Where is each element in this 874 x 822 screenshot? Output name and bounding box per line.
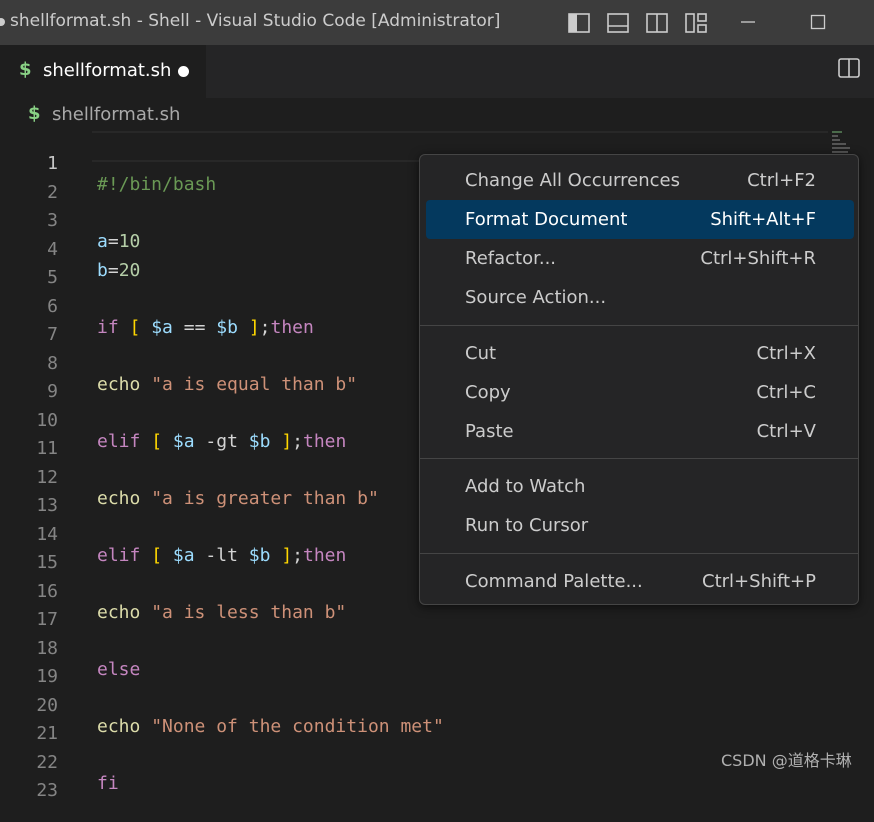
menu-item-cut[interactable]: Cut Ctrl+X [426, 334, 854, 373]
unsaved-dot-icon [0, 18, 5, 26]
menu-item-command-palette[interactable]: Command Palette... Ctrl+Shift+P [426, 562, 854, 601]
code-line: 19 [0, 645, 874, 687]
toggle-panel-icon[interactable] [605, 11, 631, 35]
menu-item-label: Cut [465, 343, 497, 364]
menu-item-shortcut: Ctrl+F2 [747, 170, 816, 191]
layout-controls [566, 11, 722, 35]
title-bar: shellformat.sh - Shell - Visual Studio C… [0, 0, 874, 45]
breadcrumb-file[interactable]: shellformat.sh [52, 104, 180, 125]
menu-item-shortcut: Shift+Alt+F [710, 209, 816, 230]
menu-separator [420, 325, 858, 326]
menu-item-change-all-occurrences[interactable]: Change All Occurrences Ctrl+F2 [426, 161, 854, 200]
watermark: CSDN @道格卡琳 [721, 751, 852, 770]
context-menu: Change All Occurrences Ctrl+F2 Format Do… [419, 154, 859, 605]
menu-item-run-to-cursor[interactable]: Run to Cursor [426, 506, 854, 545]
menu-item-label: Refactor... [465, 248, 557, 269]
shell-file-icon: $ [19, 59, 32, 80]
tab-bar: $ shellformat.sh [0, 45, 874, 98]
code-line: 21 [0, 702, 874, 744]
menu-item-label: Source Action... [465, 287, 607, 308]
menu-separator [420, 458, 858, 459]
menu-item-paste[interactable]: Paste Ctrl+V [426, 412, 854, 451]
menu-item-label: Paste [465, 421, 514, 442]
unsaved-changes-icon[interactable] [178, 66, 189, 77]
maximize-icon[interactable] [806, 10, 830, 34]
menu-item-shortcut: Ctrl+Shift+P [702, 571, 816, 592]
menu-item-shortcut: Ctrl+Shift+R [700, 248, 816, 269]
window-title: shellformat.sh - Shell - Visual Studio C… [10, 11, 501, 31]
line-number: 23 [36, 780, 58, 801]
menu-item-label: Command Palette... [465, 571, 643, 592]
minimize-icon[interactable] [736, 10, 760, 34]
menu-item-label: Run to Cursor [465, 515, 589, 536]
menu-item-label: Copy [465, 382, 511, 403]
menu-item-label: Format Document [465, 209, 628, 230]
menu-item-add-to-watch[interactable]: Add to Watch [426, 467, 854, 506]
toggle-primary-sidebar-icon[interactable] [566, 11, 592, 35]
menu-item-refactor[interactable]: Refactor... Ctrl+Shift+R [426, 239, 854, 278]
tab-label: shellformat.sh [43, 60, 172, 81]
menu-item-format-document[interactable]: Format Document Shift+Alt+F [426, 200, 854, 239]
split-editor-icon[interactable] [838, 58, 862, 82]
menu-item-label: Add to Watch [465, 476, 586, 497]
menu-item-copy[interactable]: Copy Ctrl+C [426, 373, 854, 412]
breadcrumb: $ shellformat.sh [0, 98, 874, 132]
menu-item-shortcut: Ctrl+V [756, 421, 816, 442]
toggle-secondary-sidebar-icon[interactable] [644, 11, 670, 35]
menu-item-source-action[interactable]: Source Action... [426, 278, 854, 317]
menu-item-shortcut: Ctrl+X [756, 343, 816, 364]
menu-item-shortcut: Ctrl+C [756, 382, 816, 403]
menu-item-label: Change All Occurrences [465, 170, 680, 191]
code-line: 20 echo "None of the condition met" [0, 674, 874, 737]
menu-separator [420, 553, 858, 554]
customize-layout-icon[interactable] [683, 11, 709, 35]
tab-shellformat[interactable]: $ shellformat.sh [0, 45, 206, 98]
code-line: 18 else [0, 617, 874, 680]
shell-file-icon: $ [28, 103, 41, 124]
